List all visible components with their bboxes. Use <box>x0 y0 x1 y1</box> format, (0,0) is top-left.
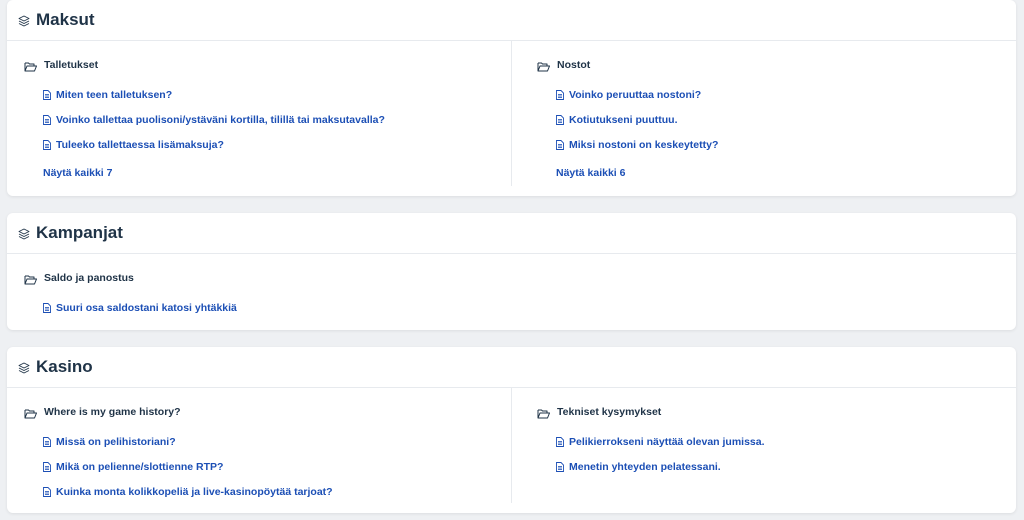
article-label: Voinko tallettaa puolisoni/ystäväni kort… <box>56 114 385 126</box>
document-icon <box>556 90 564 100</box>
article-link[interactable]: Miksi nostoni on keskeytetty? <box>556 138 1015 152</box>
article-link[interactable]: Menetin yhteyden pelatessani. <box>556 460 1015 474</box>
folder-open-icon <box>537 409 550 418</box>
category-label: Where is my game history? <box>44 406 181 418</box>
article-link[interactable]: Voinko peruuttaa nostoni? <box>556 88 1015 102</box>
article-link[interactable]: Missä on pelihistoriani? <box>43 435 511 449</box>
article-label: Kuinka monta kolikkopeliä ja live-kasino… <box>56 486 333 498</box>
section-header: Maksut <box>7 0 1016 41</box>
category-label: Tekniset kysymykset <box>557 406 662 418</box>
section-title: Kampanjat <box>36 223 123 242</box>
layers-icon <box>18 15 30 27</box>
article-link[interactable]: Suuri osa saldostani katosi yhtäkkiä <box>43 301 511 315</box>
article-label: Pelikierrokseni näyttää olevan jumissa. <box>569 436 765 448</box>
article-link[interactable]: Kotiutukseni puuttuu. <box>556 113 1015 127</box>
document-icon <box>43 462 51 472</box>
section-title: Kasino <box>36 357 93 376</box>
layers-icon <box>18 228 30 240</box>
category-column-game-history: Where is my game history? Missä on pelih… <box>7 388 511 503</box>
article-link[interactable]: Voinko tallettaa puolisoni/ystäväni kort… <box>43 113 511 127</box>
document-icon <box>556 115 564 125</box>
category-heading: Talletukset <box>24 58 511 72</box>
document-icon <box>43 437 51 447</box>
document-icon <box>556 437 564 447</box>
article-link[interactable]: Mikä on pelienne/slottienne RTP? <box>43 460 511 474</box>
show-all-link[interactable]: Näytä kaikki 6 <box>556 167 625 179</box>
folder-open-icon <box>24 409 37 418</box>
category-column-saldo: Saldo ja panostus Suuri osa saldostani k… <box>7 254 511 324</box>
layers-icon <box>18 362 30 374</box>
folder-open-icon <box>24 275 37 284</box>
category-label: Nostot <box>557 59 591 71</box>
article-label: Miten teen talletuksen? <box>56 89 173 101</box>
article-label: Missä on pelihistoriani? <box>56 436 176 448</box>
article-link[interactable]: Kuinka monta kolikkopeliä ja live-kasino… <box>43 485 511 499</box>
section-header: Kasino <box>7 347 1016 388</box>
document-icon <box>556 140 564 150</box>
article-label: Kotiutukseni puuttuu. <box>569 114 678 126</box>
category-column-talletukset: Talletukset Miten teen talletuksen? Voin… <box>7 41 511 186</box>
section-header: Kampanjat <box>7 213 1016 254</box>
article-link[interactable]: Pelikierrokseni näyttää olevan jumissa. <box>556 435 1015 449</box>
article-label: Menetin yhteyden pelatessani. <box>569 461 721 473</box>
section-card-kasino: Kasino Where is my game history? Missä o… <box>7 347 1016 513</box>
section-body: Saldo ja panostus Suuri osa saldostani k… <box>7 254 1016 324</box>
article-label: Voinko peruuttaa nostoni? <box>569 89 702 101</box>
category-column-nostot: Nostot Voinko peruuttaa nostoni? Kotiutu… <box>511 41 1015 186</box>
category-heading: Where is my game history? <box>24 405 511 419</box>
category-label: Talletukset <box>44 59 99 71</box>
category-heading: Nostot <box>537 58 1015 72</box>
document-icon <box>43 90 51 100</box>
document-icon <box>43 140 51 150</box>
section-title: Maksut <box>36 10 95 29</box>
document-icon <box>43 303 51 313</box>
category-heading: Saldo ja panostus <box>24 271 511 285</box>
article-link[interactable]: Miten teen talletuksen? <box>43 88 511 102</box>
folder-open-icon <box>24 62 37 71</box>
article-label: Mikä on pelienne/slottienne RTP? <box>56 461 224 473</box>
section-card-kampanjat: Kampanjat Saldo ja panostus Suuri osa sa… <box>7 213 1016 330</box>
section-card-maksut: Maksut Talletukset Miten teen talletukse… <box>7 0 1016 196</box>
document-icon <box>43 487 51 497</box>
section-body: Where is my game history? Missä on pelih… <box>7 388 1016 503</box>
category-label: Saldo ja panostus <box>44 272 134 284</box>
article-label: Tuleeko tallettaessa lisämaksuja? <box>56 139 224 151</box>
article-link[interactable]: Tuleeko tallettaessa lisämaksuja? <box>43 138 511 152</box>
category-column-tekniset: Tekniset kysymykset Pelikierrokseni näyt… <box>511 388 1015 503</box>
folder-open-icon <box>537 62 550 71</box>
section-body: Talletukset Miten teen talletuksen? Voin… <box>7 41 1016 186</box>
show-all-link[interactable]: Näytä kaikki 7 <box>43 167 112 179</box>
document-icon <box>556 462 564 472</box>
article-label: Miksi nostoni on keskeytetty? <box>569 139 719 151</box>
article-label: Suuri osa saldostani katosi yhtäkkiä <box>56 302 237 314</box>
document-icon <box>43 115 51 125</box>
category-heading: Tekniset kysymykset <box>537 405 1015 419</box>
